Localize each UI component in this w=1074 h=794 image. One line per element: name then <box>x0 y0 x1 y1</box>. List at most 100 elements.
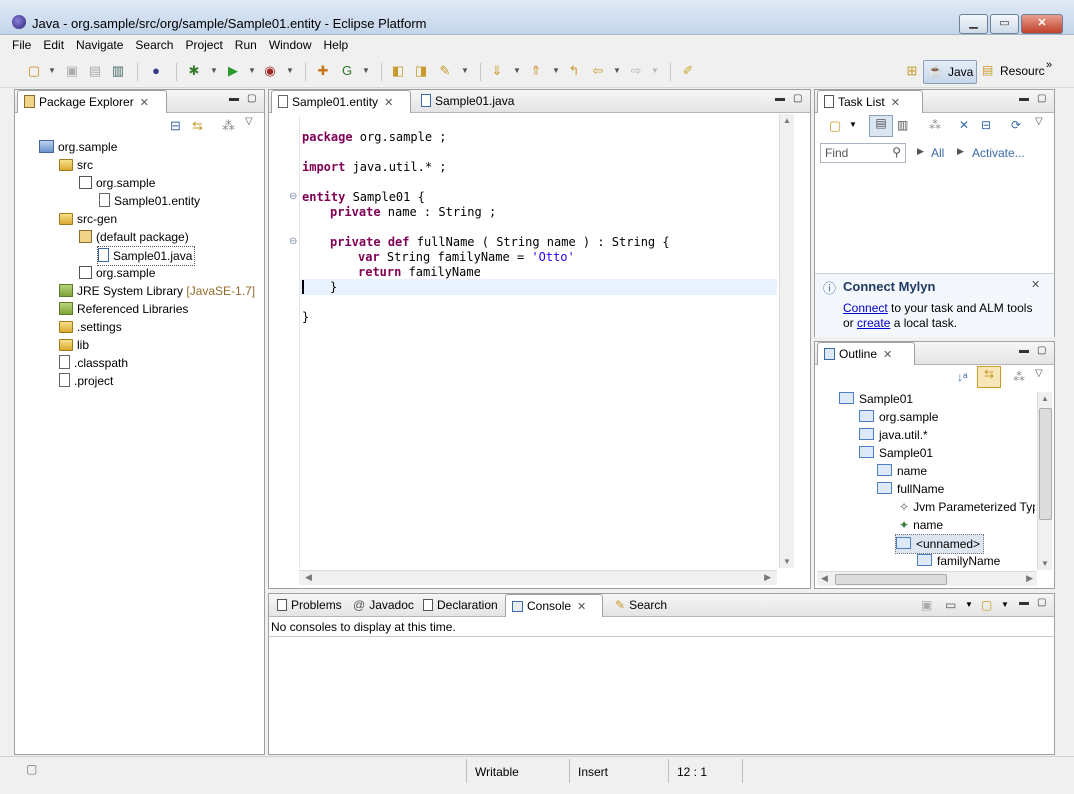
new-java-project-icon[interactable]: ✚ <box>315 63 331 79</box>
tree-item-referenced-libraries[interactable]: Referenced Libraries <box>59 300 188 318</box>
new-icon[interactable]: ▢ <box>26 63 42 79</box>
new-task-icon[interactable]: ▢ <box>829 118 841 134</box>
code-line[interactable]: private name : String ; <box>330 205 496 220</box>
open-type-icon[interactable]: ◧ <box>390 63 406 79</box>
external-tools-icon[interactable]: ◉ <box>262 63 278 79</box>
maximize-view-icon[interactable]: ▢ <box>247 93 256 104</box>
open-perspective-icon[interactable]: ⊞ <box>904 63 920 79</box>
editor-horizontal-scrollbar[interactable]: ◀ ▶ <box>299 570 777 585</box>
scroll-thumb[interactable] <box>835 574 947 585</box>
synchronize-icon[interactable]: ⟳ <box>1011 118 1021 132</box>
tab-sample01-entity[interactable]: Sample01.entity ✕ <box>271 90 411 113</box>
outline-item[interactable]: familyName <box>917 552 1000 570</box>
categorized-icon[interactable]: ▤ <box>869 115 893 137</box>
tree-item-package[interactable]: org.sample <box>79 264 155 282</box>
tab-package-explorer[interactable]: Package Explorer ✕ <box>17 90 167 113</box>
tree-item-src-gen[interactable]: src-gen <box>59 210 117 228</box>
close-icon[interactable]: ✕ <box>891 97 900 109</box>
outline-item[interactable]: ✧ Jvm Parameterized Typ <box>899 498 1035 516</box>
view-menu-icon[interactable]: ▽ <box>1035 116 1043 127</box>
close-icon[interactable]: ✕ <box>577 601 586 613</box>
tree-item-classpath[interactable]: .classpath <box>59 354 128 372</box>
minimize-view-icon[interactable]: ▬ <box>775 93 785 104</box>
create-link[interactable]: create <box>857 316 890 330</box>
tree-item-project-file[interactable]: .project <box>59 372 113 390</box>
sort-icon[interactable]: ↓ᵃ <box>957 370 967 384</box>
dropdown-icon[interactable]: ▼ <box>849 120 857 129</box>
close-icon[interactable]: ✕ <box>883 349 892 361</box>
java-perspective-icon[interactable]: ● <box>148 63 164 79</box>
fold-icon[interactable]: ⊖ <box>289 191 297 202</box>
dropdown-icon[interactable]: ▼ <box>358 63 374 79</box>
link-with-editor-icon[interactable]: ⇆ <box>192 118 203 134</box>
code-line[interactable]: private def fullName ( String name ) : S… <box>330 235 670 250</box>
tree-item-default-package[interactable]: (default package) <box>79 228 189 246</box>
new-class-icon[interactable]: G <box>339 63 355 79</box>
save-all-icon[interactable]: ▤ <box>87 63 103 79</box>
minimize-button[interactable]: ▁ <box>959 14 988 34</box>
activate-task-link[interactable]: Activate... <box>972 146 1025 160</box>
back-icon[interactable]: ⇦ <box>590 63 606 79</box>
dropdown-icon[interactable]: ▼ <box>647 63 663 79</box>
tree-item-file[interactable]: Sample01.entity <box>99 192 200 210</box>
outline-item[interactable]: org.sample <box>859 408 938 426</box>
minimize-view-icon[interactable]: ▬ <box>1019 93 1029 104</box>
open-console-icon[interactable]: ▢ <box>981 598 992 612</box>
last-edit-icon[interactable]: ↰ <box>566 63 582 79</box>
outline-item-selected[interactable]: <unnamed> <box>895 534 985 554</box>
java-perspective-button[interactable]: ☕ Java <box>923 60 977 84</box>
link-with-editor-icon[interactable]: ⇆ <box>977 366 1001 388</box>
menu-window[interactable]: Window <box>263 35 318 52</box>
tab-console[interactable]: Console ✕ <box>505 594 603 617</box>
outline-horizontal-scrollbar[interactable]: ◀ ▶ <box>817 571 1037 586</box>
tab-declaration[interactable]: Declaration <box>417 594 504 616</box>
fold-icon[interactable]: ⊖ <box>289 236 297 247</box>
menu-search[interactable]: Search <box>129 35 179 52</box>
menu-run[interactable]: Run <box>229 35 263 52</box>
view-menu-icon[interactable]: ▽ <box>1035 368 1043 379</box>
dropdown-icon[interactable]: ▼ <box>206 63 222 79</box>
tab-outline[interactable]: Outline ✕ <box>817 342 915 365</box>
fast-view-icon[interactable]: ▢ <box>26 762 37 776</box>
code-line[interactable]: } <box>330 280 337 295</box>
code-line[interactable]: } <box>302 310 309 325</box>
collapse-all-icon[interactable]: ⊟ <box>170 118 181 134</box>
menu-project[interactable]: Project <box>179 35 228 52</box>
previous-annotation-icon[interactable]: ⇑ <box>528 63 544 79</box>
code-line[interactable]: var String familyName = 'Otto' <box>358 250 575 265</box>
collapse-all-icon[interactable]: ⊟ <box>981 118 991 132</box>
connect-link[interactable]: Connect <box>843 301 888 315</box>
scroll-thumb[interactable] <box>1039 408 1052 520</box>
resource-perspective-button[interactable]: ▤ Resourc <box>980 60 1046 82</box>
tree-item-project[interactable]: org.sample <box>39 138 117 156</box>
hide-completed-icon[interactable]: ✕ <box>959 118 969 132</box>
tab-problems[interactable]: Problems <box>271 594 348 616</box>
maximize-view-icon[interactable]: ▢ <box>793 93 802 104</box>
outline-item[interactable]: java.util.* <box>859 426 928 444</box>
close-icon[interactable]: ✕ <box>1031 278 1040 291</box>
view-menu-icon[interactable]: ▽ <box>245 116 253 127</box>
code-line[interactable]: package org.sample ; <box>302 130 447 145</box>
pin-console-icon[interactable]: ▣ <box>921 598 932 612</box>
dropdown-icon[interactable]: ▼ <box>965 600 973 609</box>
next-annotation-icon[interactable]: ⇓ <box>489 63 505 79</box>
menu-edit[interactable]: Edit <box>37 35 70 52</box>
filter-icon[interactable]: ⁂ <box>1013 370 1025 384</box>
close-icon[interactable]: ✕ <box>384 97 393 109</box>
minimize-view-icon[interactable]: ▬ <box>229 93 239 104</box>
minimize-view-icon[interactable]: ▬ <box>1019 345 1029 356</box>
maximize-view-icon[interactable]: ▢ <box>1037 597 1046 608</box>
tree-item-settings[interactable]: .settings <box>59 318 122 336</box>
tree-item-src[interactable]: src <box>59 156 93 174</box>
menu-help[interactable]: Help <box>318 35 355 52</box>
search-icon[interactable]: ✎ <box>437 63 453 79</box>
debug-icon[interactable]: ✱ <box>186 63 202 79</box>
editor-vertical-scrollbar[interactable]: ▲ ▼ <box>779 114 794 568</box>
tree-item-jre[interactable]: JRE System Library [JavaSE-1.7] <box>59 282 255 300</box>
tree-item-java-file[interactable]: Sample01.java <box>97 246 196 266</box>
forward-icon[interactable]: ⇨ <box>628 63 644 79</box>
scheduled-icon[interactable]: ▥ <box>897 118 908 132</box>
dropdown-icon[interactable]: ▼ <box>457 63 473 79</box>
dropdown-icon[interactable]: ▼ <box>509 63 525 79</box>
print-icon[interactable]: ▥ <box>110 63 126 79</box>
